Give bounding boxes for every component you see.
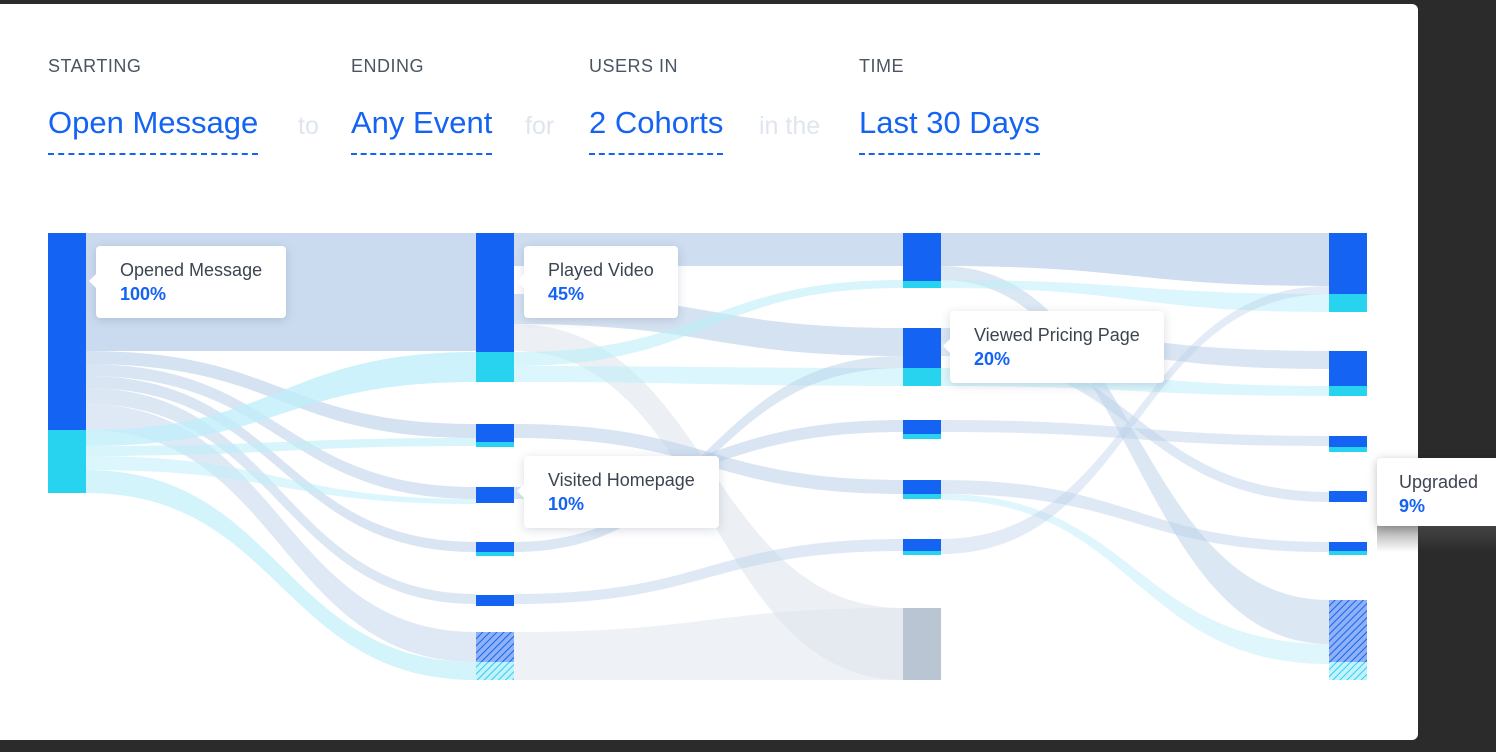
tooltip-name: Viewed Pricing Page [974, 325, 1140, 345]
node-visited-homepage [476, 487, 514, 503]
node-step4-event-c [1329, 436, 1367, 447]
node-step3-event-e-secondary [903, 551, 941, 555]
node-step3-event-c-secondary [903, 434, 941, 439]
node-opened-message-primary [48, 233, 86, 430]
node-viewed-pricing-page [903, 328, 941, 368]
tooltip-percent: 20% [974, 349, 1011, 369]
node-step4-event-b-secondary [1329, 386, 1367, 396]
tooltip-name: Opened Message [120, 260, 263, 280]
tooltip-played-video[interactable]: Played Video 45% [517, 246, 678, 318]
node-step2-event-c [476, 542, 514, 552]
node-step4-event-a [1329, 233, 1367, 294]
tooltip-percent: 45% [548, 284, 585, 304]
tooltip-name: Upgraded [1399, 472, 1479, 492]
node-step3-event-d [903, 480, 941, 494]
node-step4-event-e [1329, 542, 1367, 551]
node-step4-other-secondary [1329, 662, 1367, 680]
node-step2-other-secondary [476, 662, 514, 680]
tooltip-opened-message[interactable]: Opened Message 100% [88, 246, 287, 318]
node-played-video-primary [476, 233, 514, 352]
tooltip-percent: 100% [120, 284, 167, 304]
tooltip-viewed-pricing-page[interactable]: Viewed Pricing Page 20% [943, 311, 1164, 383]
node-step3-event-d-secondary [903, 494, 941, 499]
tooltip-upgraded[interactable]: Upgraded 9% [1377, 458, 1496, 552]
node-step3-event-a [903, 233, 941, 281]
node-step2-event-a [476, 424, 514, 442]
node-step2-event-d [476, 595, 514, 606]
node-step2-event-c-secondary [476, 552, 514, 556]
tooltip-name: Played Video [548, 260, 654, 280]
node-upgraded [1329, 491, 1367, 502]
flow-panel: STARTING Open Message to ENDING Any Even… [0, 4, 1418, 740]
node-played-video-secondary [476, 352, 514, 382]
node-opened-message-secondary [48, 430, 86, 493]
node-step2-other [476, 632, 514, 662]
flow-diagram [48, 233, 1367, 680]
node-step4-event-b [1329, 351, 1367, 386]
node-step3-event-c [903, 420, 941, 434]
node-step4-event-a-secondary [1329, 294, 1367, 312]
node-step4-event-c-secondary [1329, 447, 1367, 452]
node-step3-dropoff [903, 608, 941, 680]
node-step3-event-a-secondary [903, 281, 941, 288]
node-step4-event-e-secondary [1329, 551, 1367, 555]
tooltip-visited-homepage[interactable]: Visited Homepage 10% [517, 456, 719, 528]
flow-link [514, 608, 903, 680]
tooltip-percent: 10% [548, 494, 585, 514]
node-step4-other [1329, 600, 1367, 662]
tooltip-name: Visited Homepage [548, 470, 695, 490]
tooltip-percent: 9% [1399, 496, 1426, 516]
node-step2-event-a-secondary [476, 442, 514, 447]
node-viewed-pricing-page-secondary [903, 368, 941, 386]
node-step3-event-e [903, 539, 941, 551]
flow-link [514, 539, 903, 604]
